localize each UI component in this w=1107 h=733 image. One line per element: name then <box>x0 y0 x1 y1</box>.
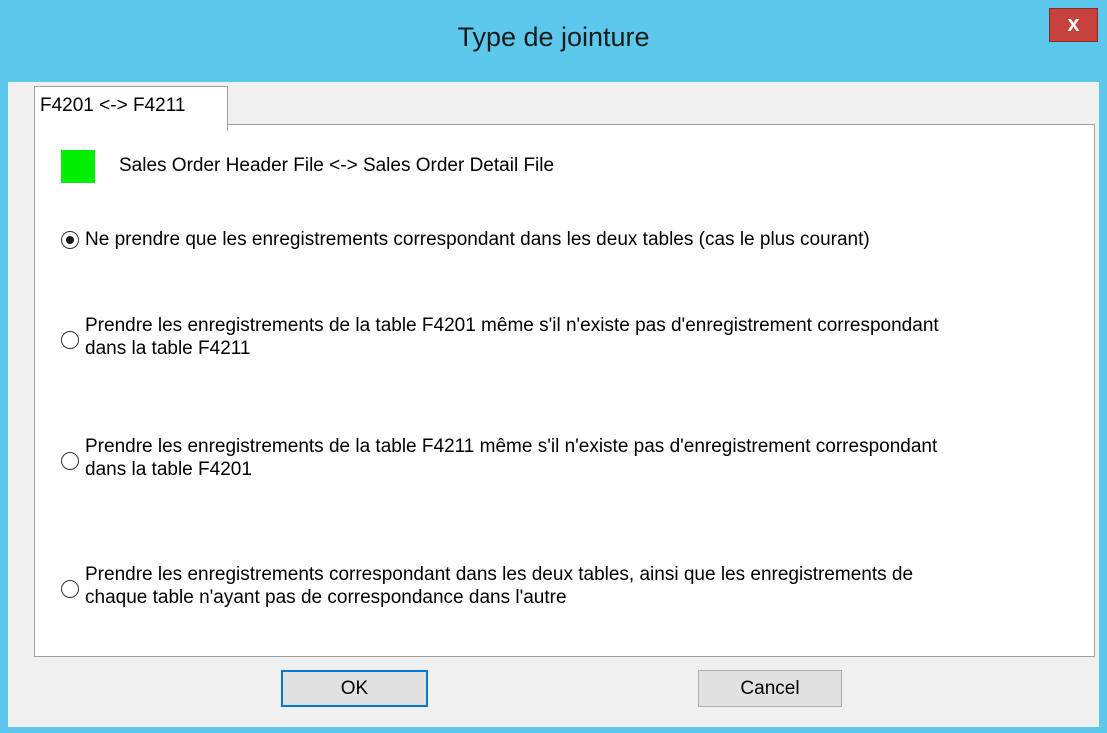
join-option-label: Prendre les enregistrements de la table … <box>85 315 939 359</box>
title-bar[interactable]: Type de jointure x <box>0 0 1107 82</box>
join-option-full[interactable]: Prendre les enregistrements correspondan… <box>61 563 1071 609</box>
radio-full-join[interactable] <box>61 580 79 598</box>
cancel-button[interactable]: Cancel <box>698 670 842 707</box>
dialog-window: Type de jointure x F4201 <-> F4211 Sales… <box>0 0 1107 733</box>
join-option-label: Prendre les enregistrements de la table … <box>85 436 938 480</box>
join-option-label: Prendre les enregistrements correspondan… <box>85 564 914 608</box>
ok-button[interactable]: OK <box>281 670 428 707</box>
window-title: Type de jointure <box>457 22 650 52</box>
relation-color-swatch <box>61 150 95 183</box>
radio-right-join[interactable] <box>61 452 79 470</box>
join-option-inner[interactable]: Ne prendre que les enregistrements corre… <box>61 228 1071 251</box>
join-option-left[interactable]: Prendre les enregistrements de la table … <box>61 314 1071 360</box>
close-button[interactable]: x <box>1049 8 1098 42</box>
radio-inner-join[interactable] <box>61 231 79 249</box>
radio-left-join[interactable] <box>61 331 79 349</box>
close-icon: x <box>1067 11 1080 36</box>
tab-f4201-f4211[interactable]: F4201 <-> F4211 <box>34 86 228 131</box>
dialog-client-area: F4201 <-> F4211 Sales Order Header File … <box>8 82 1099 727</box>
relation-label: Sales Order Header File <-> Sales Order … <box>119 155 555 176</box>
join-option-label: Ne prendre que les enregistrements corre… <box>85 229 870 250</box>
tab-panel: Sales Order Header File <-> Sales Order … <box>34 124 1095 657</box>
join-option-right[interactable]: Prendre les enregistrements de la table … <box>61 435 1071 481</box>
